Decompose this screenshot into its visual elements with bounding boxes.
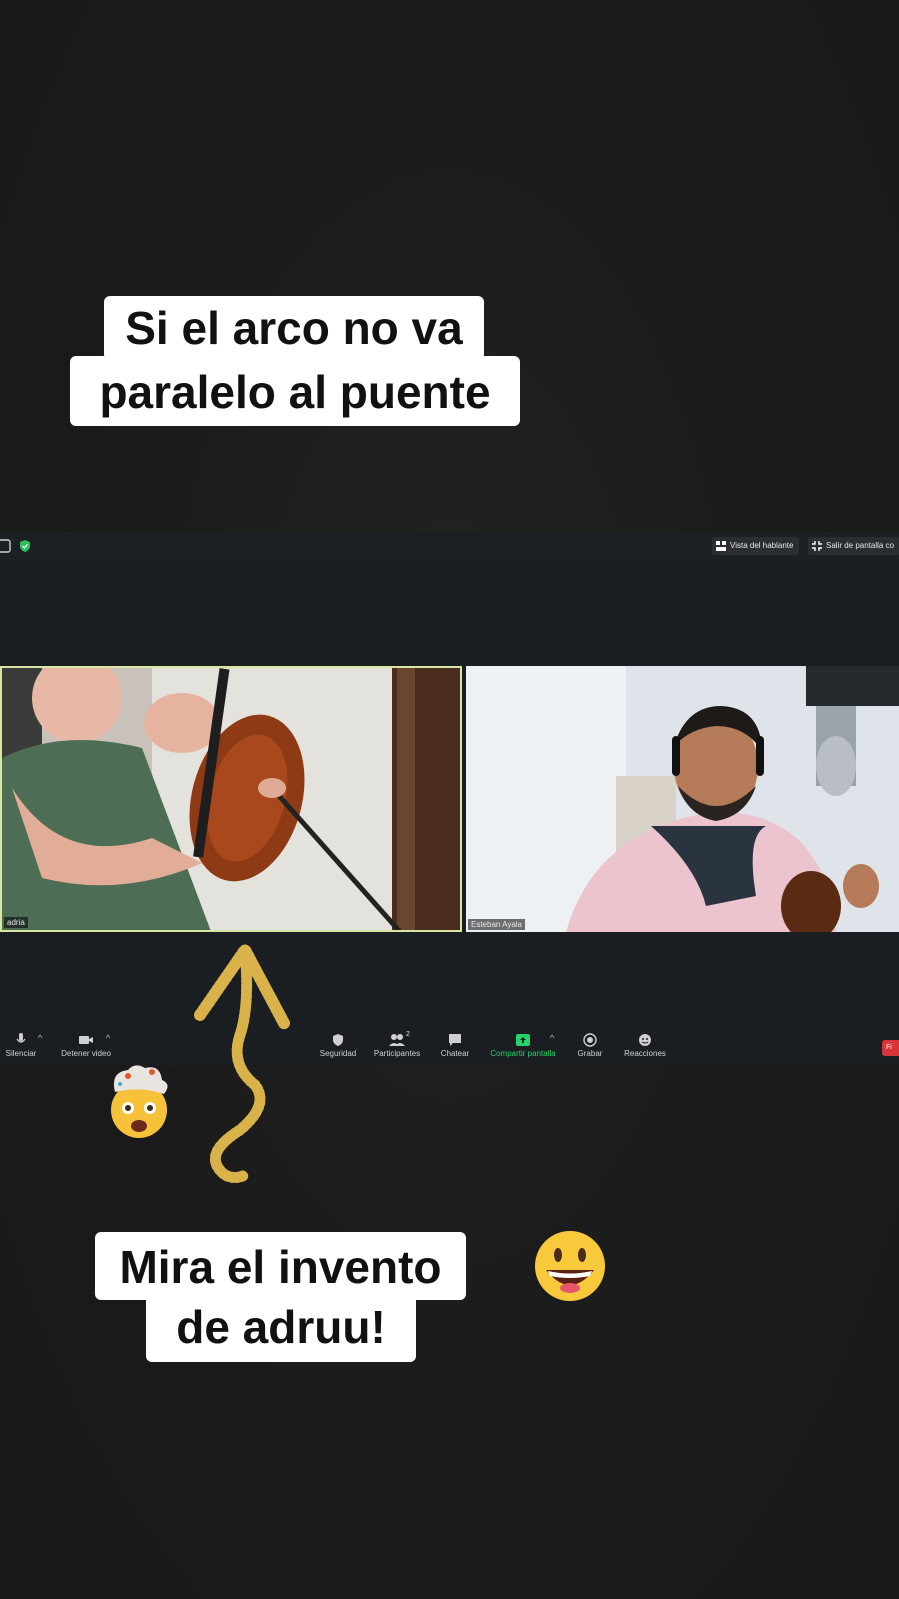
shield-check-icon[interactable]: [17, 538, 33, 554]
meeting-toolbar: Silenciar ^ Detener video ^ Seguridad 2 …: [0, 1029, 899, 1065]
participant-video-right[interactable]: Esteban Ayala: [466, 666, 899, 932]
video-options-caret-icon[interactable]: ^: [106, 1033, 110, 1043]
exploding-head-emoji: [111, 1065, 168, 1138]
mute-button[interactable]: Silenciar: [4, 1029, 38, 1065]
participant-name-left: adria: [4, 917, 28, 928]
bottom-caption-line-2: de adruu!: [146, 1294, 416, 1362]
reactions-label: Reacciones: [624, 1049, 666, 1058]
zoom-top-bar: Vista del hablante Salir de pantalla co: [0, 532, 899, 562]
record-button[interactable]: Grabar: [572, 1029, 608, 1065]
mute-label: Silenciar: [5, 1049, 37, 1058]
participants-button[interactable]: 2 Participantes: [372, 1029, 422, 1065]
participant-name-right: Esteban Ayala: [468, 919, 526, 930]
stop-video-label: Detener video: [61, 1049, 111, 1058]
exit-fullscreen-icon: [812, 541, 822, 551]
mute-options-caret-icon[interactable]: ^: [38, 1033, 42, 1043]
video-camera-icon: [79, 1036, 93, 1044]
gold-squiggle-arrow: [194, 944, 291, 1183]
video-frame-right: [466, 666, 899, 932]
smiley-plus-icon: [639, 1034, 651, 1046]
video-frame-left: [2, 668, 460, 930]
participants-count: 2: [406, 1031, 410, 1038]
chat-label: Chatear: [440, 1049, 470, 1058]
microphone-icon: [16, 1033, 26, 1043]
chat-bubble-icon: [449, 1034, 461, 1046]
participants-icon: [389, 1034, 405, 1046]
top-caption-line-1: Si el arco no va: [104, 296, 484, 360]
share-screen-icon: [516, 1034, 530, 1046]
share-options-caret-icon[interactable]: ^: [550, 1033, 554, 1043]
participants-label: Participantes: [373, 1049, 421, 1058]
chat-button[interactable]: Chatear: [438, 1029, 472, 1065]
speaker-view-label: Vista del hablante: [730, 541, 794, 550]
record-label: Grabar: [577, 1049, 603, 1058]
participant-video-left[interactable]: adria: [0, 666, 462, 932]
bottom-caption-line-1: Mira el invento: [95, 1232, 466, 1300]
speaker-view-button[interactable]: Vista del hablante: [712, 537, 800, 555]
share-screen-button[interactable]: Compartir pantalla: [488, 1029, 558, 1065]
security-label: Seguridad: [319, 1049, 357, 1058]
zoom-meeting-window: Vista del hablante Salir de pantalla co: [0, 532, 899, 1065]
info-icon[interactable]: [0, 538, 12, 554]
reactions-button[interactable]: Reacciones: [622, 1029, 668, 1065]
share-screen-label: Compartir pantalla: [490, 1049, 556, 1058]
end-meeting-button[interactable]: Fi: [882, 1040, 899, 1056]
shield-icon: [333, 1034, 343, 1046]
exit-fullscreen-label: Salir de pantalla co: [826, 541, 895, 550]
record-icon: [583, 1033, 597, 1047]
exit-fullscreen-button[interactable]: Salir de pantalla co: [808, 537, 899, 555]
security-button[interactable]: Seguridad: [318, 1029, 358, 1065]
top-caption-line-2: paralelo al puente: [70, 356, 520, 426]
grinning-face-emoji: [535, 1231, 605, 1301]
grid-icon: [716, 541, 726, 551]
